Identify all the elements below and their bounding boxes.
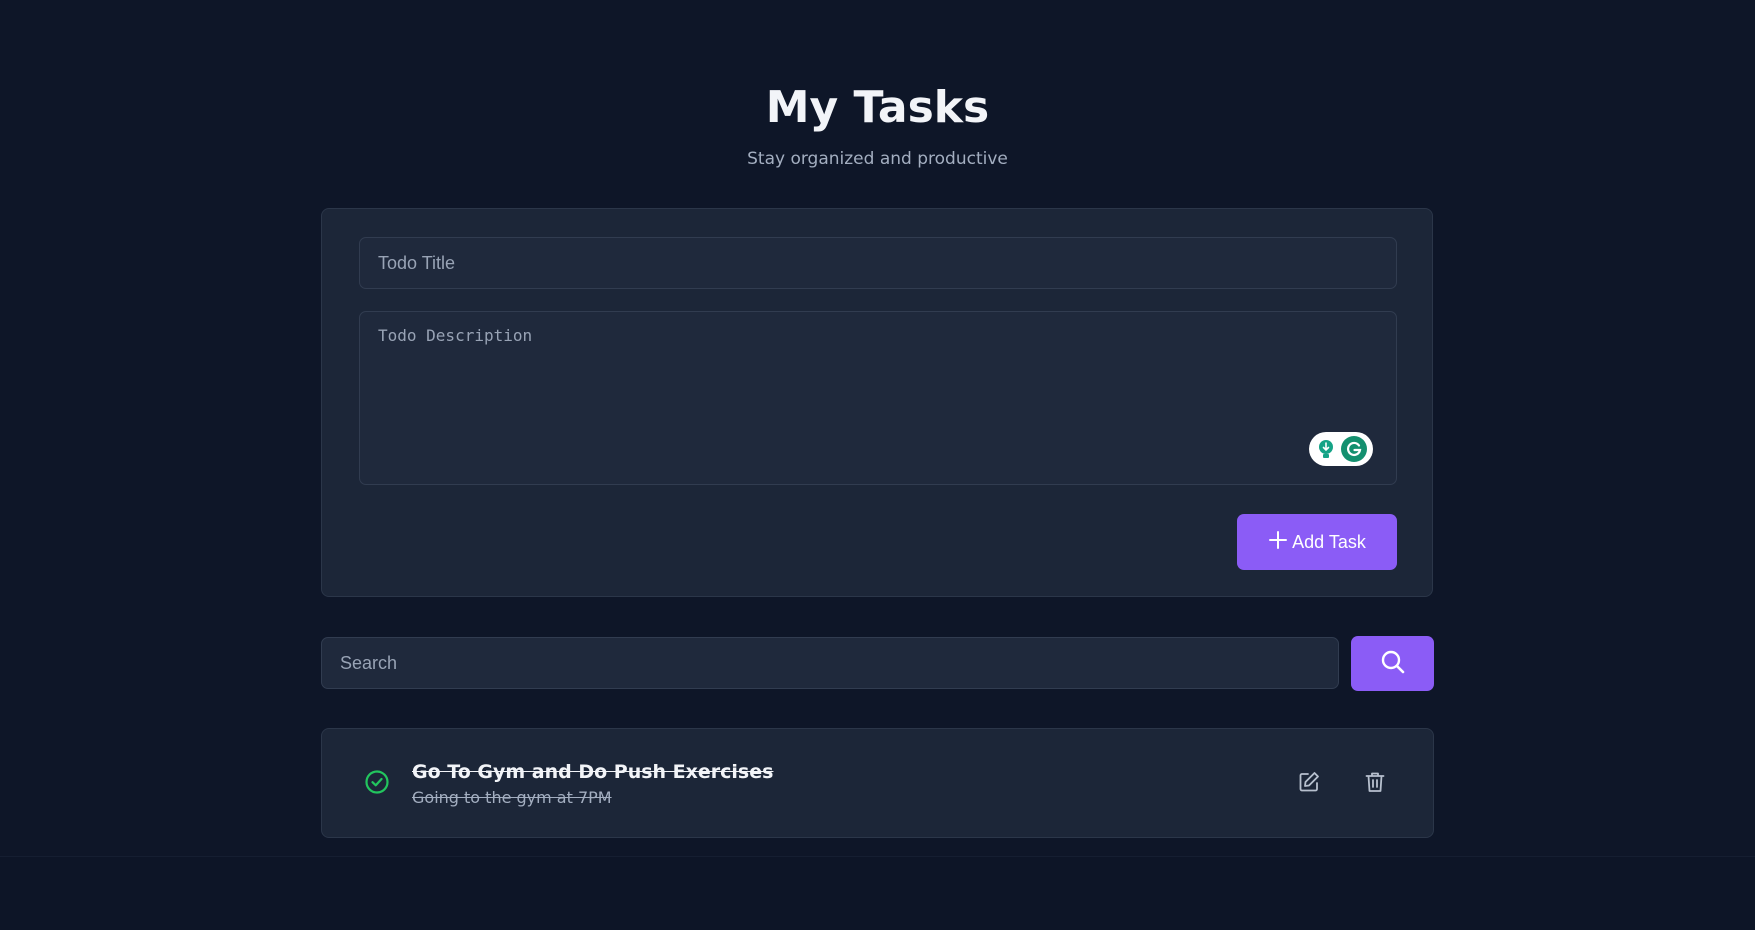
- check-circle-icon[interactable]: [364, 769, 390, 795]
- add-task-label: Add Task: [1292, 531, 1366, 552]
- task-title: Go To Gym and Do Push Exercises: [412, 761, 774, 783]
- search-icon: [1379, 648, 1407, 679]
- search-button[interactable]: [1351, 636, 1434, 691]
- page-subtitle: Stay organized and productive: [747, 149, 1008, 169]
- task-description: Going to the gym at 7PM: [412, 788, 612, 807]
- page-title: My Tasks: [765, 82, 990, 133]
- add-task-button[interactable]: Add Task: [1237, 514, 1397, 570]
- todo-description-input[interactable]: [359, 311, 1397, 485]
- grammarly-logo-icon: [1341, 436, 1367, 462]
- task-item: Go To Gym and Do Push Exercises Going to…: [321, 728, 1434, 838]
- grammarly-widget[interactable]: [1309, 432, 1373, 466]
- search-input[interactable]: [321, 637, 1339, 689]
- lightbulb-icon: [1315, 438, 1337, 460]
- edit-icon[interactable]: [1294, 767, 1324, 797]
- add-task-form: Add Task: [321, 208, 1433, 597]
- todo-app: My Tasks Stay organized and productive T…: [0, 0, 1755, 930]
- todo-title-input[interactable]: [359, 237, 1397, 289]
- trash-icon[interactable]: [1360, 767, 1390, 797]
- plus-icon: [1268, 530, 1288, 555]
- footer-band: [0, 856, 1755, 930]
